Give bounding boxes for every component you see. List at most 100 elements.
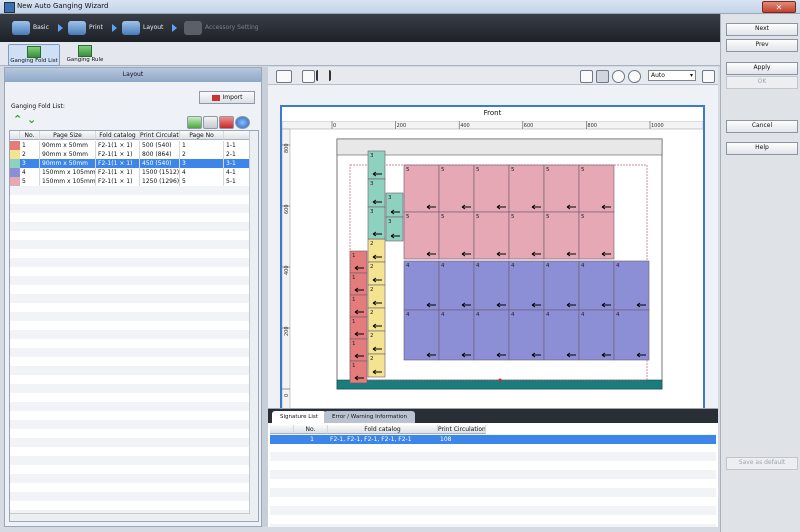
ruler-label: 400 [284, 265, 290, 275]
cell-print-circulation: 108 [440, 436, 452, 443]
cancel-button[interactable]: Cancel [726, 120, 798, 133]
print-sheet-icon[interactable] [580, 70, 593, 83]
cell-no: 4 [20, 168, 40, 177]
basic-step-icon [12, 20, 30, 35]
zoom-select[interactable]: Auto ▾ [648, 70, 696, 81]
table-row[interactable]: 4 150mm x 105mm F2-1(1 × 1) 1500 (1512) 4 4-1 [10, 168, 250, 177]
ruler-label: 200 [284, 326, 290, 336]
grid-view-icon[interactable] [302, 70, 315, 83]
app-icon [4, 2, 15, 13]
column-header[interactable] [224, 131, 250, 140]
empty-row [10, 357, 250, 366]
piece-number: 3 [370, 181, 374, 187]
step-basic[interactable]: Basic [12, 20, 49, 36]
table-row[interactable]: 2 90mm x 50mm F2-1(1 × 1) 800 (864) 2 2-1 [10, 150, 250, 159]
cell-print-circulation: 1250 (1296) [142, 177, 180, 186]
empty-row [10, 456, 250, 465]
tab-error-warning[interactable]: Error / Warning Information [324, 411, 415, 423]
zoom-in-icon[interactable] [612, 70, 625, 83]
step-arrow-icon [172, 24, 177, 32]
tab-ganging-rule[interactable]: Ganging Rule [60, 44, 110, 64]
column-header[interactable]: Fold catalog [328, 425, 438, 434]
empty-row [10, 447, 250, 456]
column-header[interactable]: No. [20, 131, 40, 140]
piece-number: 5 [406, 167, 410, 173]
step-layout[interactable]: Layout [122, 20, 163, 36]
piece-number: 4 [406, 263, 410, 269]
column-header[interactable]: Page Size [40, 131, 96, 140]
cell-fold-catalog: F2-1(1 × 1) [96, 177, 140, 186]
piece-number: 2 [370, 356, 374, 362]
piece-number: 4 [581, 312, 585, 318]
ok-button[interactable]: OK [726, 76, 798, 89]
piece-number: 2 [370, 333, 374, 339]
step-print[interactable]: Print [68, 20, 103, 36]
horizontal-scrollbar[interactable] [10, 513, 250, 521]
piece-number: 2 [370, 241, 374, 247]
table-row[interactable]: 5 150mm x 105mm F2-1(1 × 1) 1250 (1296) 5 5-1 [10, 177, 250, 186]
save-as-default-button[interactable]: Save as default [726, 457, 798, 470]
empty-row [10, 312, 250, 321]
piece-number: 5 [441, 214, 445, 220]
edit-icon[interactable] [203, 116, 218, 129]
empty-row [10, 267, 250, 276]
apply-button[interactable]: Apply [726, 62, 798, 75]
column-header[interactable]: Print Circulation [140, 131, 180, 140]
table-row[interactable]: 1 90mm x 50mm F2-1(1 × 1) 500 (540) 1 1-1 [10, 141, 250, 150]
fit-width-icon[interactable] [316, 70, 331, 81]
step-print-label: Print [89, 24, 103, 31]
step-basic-label: Basic [33, 24, 49, 31]
zoom-select-value: Auto [651, 72, 665, 79]
cell-signature: 2-1 [224, 150, 250, 159]
import-button[interactable]: Import [199, 91, 255, 104]
add-icon[interactable] [187, 116, 202, 129]
column-header[interactable]: Fold catalog [96, 131, 140, 140]
cell-fold-catalog: F2-1, F2-1, F2-1, F2-1, F2-1 [330, 436, 412, 443]
piece-number: 4 [511, 312, 515, 318]
cell-print-circulation: 500 (540) [140, 141, 180, 150]
empty-row [10, 294, 250, 303]
empty-row [10, 276, 250, 285]
move-up-icon[interactable]: ⌃ [13, 114, 22, 125]
piece-number: 4 [476, 312, 480, 318]
fullscreen-icon[interactable] [702, 70, 715, 83]
cell-page-size: 90mm x 50mm [40, 141, 96, 150]
vertical-scrollbar[interactable] [249, 131, 258, 521]
column-header[interactable]: Page No [180, 131, 224, 140]
move-down-icon[interactable]: ⌄ [27, 114, 36, 125]
piece-number: 4 [441, 312, 445, 318]
ruler-label: 400 [460, 123, 470, 129]
table-row[interactable]: 1 F2-1, F2-1, F2-1, F2-1, F2-1 108 [270, 435, 716, 444]
signature-list-table: No. Fold catalog Print Circulation 1 F2-… [270, 425, 716, 527]
prev-button[interactable]: Prev [726, 39, 798, 52]
tab-ganging-rule-label: Ganging Rule [66, 57, 104, 63]
help-button[interactable]: Help [726, 142, 798, 155]
cell-page-size: 150mm x 105mm [42, 177, 96, 186]
column-header[interactable]: No. [294, 425, 328, 434]
ruler-label: 600 [284, 204, 290, 214]
empty-row [10, 249, 250, 258]
piece-number: 3 [370, 209, 374, 215]
empty-row [10, 465, 250, 474]
sheet-canvas[interactable]: Front 0 200 400 600 800 1000 800 600 400 200 0 1 1 1 1… [280, 105, 705, 453]
column-header[interactable]: Print Circulation [438, 425, 486, 434]
sheet-settings-icon[interactable] [276, 70, 292, 83]
zoom-out-icon[interactable] [628, 70, 641, 83]
cell-page-size: 90mm x 50mm [40, 159, 96, 168]
wizard-button-column: Next Prev Apply OK Cancel Help Save as d… [720, 14, 800, 532]
empty-row [10, 321, 250, 330]
tab-ganging-fold-list[interactable]: Ganging Fold List [8, 44, 60, 66]
cell-no: 1 [20, 141, 40, 150]
delete-icon[interactable] [219, 116, 234, 129]
table-row[interactable]: 3 90mm x 50mm F2-1(1 × 1) 450 (540) 3 3-1 [10, 159, 250, 168]
window-close-button[interactable]: ✕ [762, 1, 796, 13]
tab-signature-list[interactable]: Signature List [272, 411, 326, 423]
piece-number: 5 [581, 214, 585, 220]
hand-tool-icon[interactable] [596, 70, 609, 83]
cell-signature: 3-1 [224, 159, 250, 168]
next-button[interactable]: Next [726, 23, 798, 36]
column-header-color [10, 131, 20, 140]
empty-row [10, 339, 250, 348]
empty-row [10, 438, 250, 447]
info-icon[interactable] [235, 116, 250, 129]
